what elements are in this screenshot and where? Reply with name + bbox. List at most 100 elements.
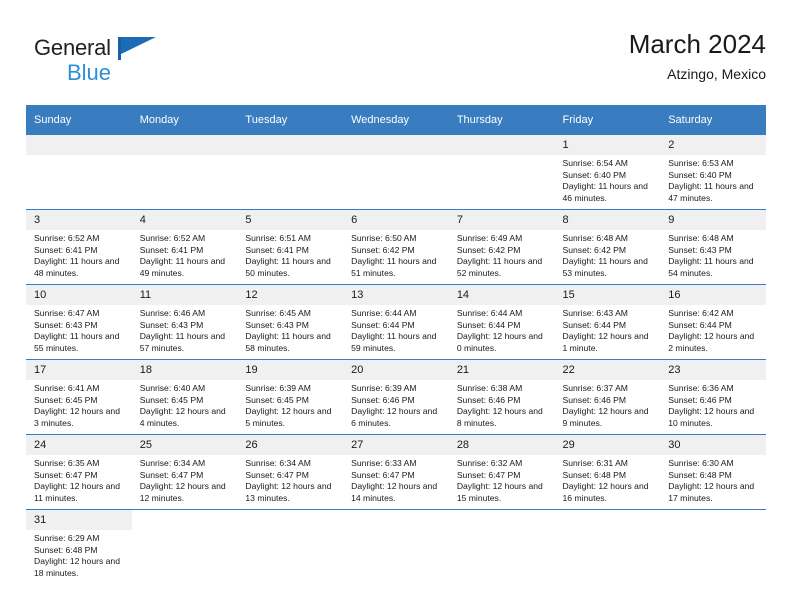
sunrise-text: Sunrise: 6:47 AM xyxy=(34,308,100,318)
weekday-header-tuesday: Tuesday xyxy=(237,105,344,135)
calendar-day-cell[interactable]: 5 Sunrise: 6:51 AM Sunset: 6:41 PM Daylight… xyxy=(237,209,344,285)
sunset-text: Sunset: 6:48 PM xyxy=(562,469,627,480)
sunset-text: Sunset: 6:47 PM xyxy=(245,469,309,480)
calendar-week-row: 24 Sunrise: 6:35 AM Sunset: 6:47 PM Dayligh… xyxy=(26,434,766,510)
page-header: General Blue March 2024 Atzingo, Mexico xyxy=(26,28,766,100)
daylight-text: Daylight: 12 hours and 3 minutes. xyxy=(34,406,120,428)
calendar-day-cell[interactable]: 22 Sunrise: 6:37 AM Sunset: 6:46 PM Dayligh… xyxy=(554,359,661,435)
calendar-day-cell[interactable]: 10 Sunrise: 6:47 AM Sunset: 6:43 PM Dayligh… xyxy=(26,284,132,360)
calendar-day-cell[interactable]: 3 Sunrise: 6:52 AM Sunset: 6:41 PM Daylight… xyxy=(26,209,132,285)
sunset-text: Sunset: 6:47 PM xyxy=(456,469,521,480)
calendar-day-cell[interactable]: 26 Sunrise: 6:34 AM Sunset: 6:47 PM Dayligh… xyxy=(237,434,344,510)
day-number: 27 xyxy=(343,435,449,455)
calendar-day-cell[interactable]: 15 Sunrise: 6:43 AM Sunset: 6:44 PM Dayligh… xyxy=(554,284,661,360)
calendar-day-cell[interactable]: 8 Sunrise: 6:48 AM Sunset: 6:42 PM Daylight… xyxy=(554,209,661,285)
calendar-cell-empty xyxy=(131,509,238,584)
sunset-text: Sunset: 6:43 PM xyxy=(139,319,204,330)
calendar-day-cell[interactable]: 20 Sunrise: 6:39 AM Sunset: 6:46 PM Dayligh… xyxy=(343,359,449,435)
day-number-blank xyxy=(343,135,449,155)
sunset-text: Sunset: 6:47 PM xyxy=(34,469,98,480)
sunrise-text: Sunrise: 6:43 AM xyxy=(562,308,628,318)
day-details: Sunrise: 6:34 AM Sunset: 6:47 PM Daylight:… xyxy=(237,455,343,504)
sunset-text: Sunset: 6:46 PM xyxy=(456,394,521,405)
calendar-day-cell[interactable]: 27 Sunrise: 6:33 AM Sunset: 6:47 PM Dayligh… xyxy=(343,434,449,510)
calendar-day-cell[interactable]: 2 Sunrise: 6:53 AM Sunset: 6:40 PM Daylight… xyxy=(660,135,766,210)
calendar-day-cell[interactable]: 17 Sunrise: 6:41 AM Sunset: 6:45 PM Dayligh… xyxy=(26,359,132,435)
calendar-day-cell[interactable]: 30 Sunrise: 6:30 AM Sunset: 6:48 PM Dayligh… xyxy=(660,434,766,510)
calendar-day-cell[interactable]: 4 Sunrise: 6:52 AM Sunset: 6:41 PM Daylight… xyxy=(131,209,238,285)
sunrise-text: Sunrise: 6:44 AM xyxy=(456,308,523,318)
calendar-day-cell[interactable]: 23 Sunrise: 6:36 AM Sunset: 6:46 PM Dayligh… xyxy=(660,359,766,435)
sunrise-text: Sunrise: 6:39 AM xyxy=(351,383,417,393)
sunset-text: Sunset: 6:47 PM xyxy=(139,469,204,480)
day-details: Sunrise: 6:34 AM Sunset: 6:47 PM Daylight:… xyxy=(132,455,238,504)
calendar-day-cell[interactable]: 24 Sunrise: 6:35 AM Sunset: 6:47 PM Dayligh… xyxy=(26,434,132,510)
day-number: 25 xyxy=(131,435,238,455)
day-number-blank xyxy=(131,135,238,155)
calendar-day-cell[interactable]: 28 Sunrise: 6:32 AM Sunset: 6:47 PM Dayligh… xyxy=(448,434,555,510)
day-details: Sunrise: 6:41 AM Sunset: 6:45 PM Daylight:… xyxy=(26,380,132,429)
sunrise-text: Sunrise: 6:44 AM xyxy=(351,308,417,318)
brand-logo[interactable]: General Blue xyxy=(34,36,224,92)
calendar-day-cell[interactable]: 7 Sunrise: 6:49 AM Sunset: 6:42 PM Daylight… xyxy=(448,209,555,285)
day-details: Sunrise: 6:50 AM Sunset: 6:42 PM Daylight:… xyxy=(343,230,449,279)
sunrise-text: Sunrise: 6:48 AM xyxy=(668,233,734,243)
calendar-day-cell[interactable]: 13 Sunrise: 6:44 AM Sunset: 6:44 PM Dayligh… xyxy=(343,284,449,360)
daylight-text: Daylight: 11 hours and 54 minutes. xyxy=(668,256,754,278)
calendar-week-row: 17 Sunrise: 6:41 AM Sunset: 6:45 PM Dayligh… xyxy=(26,359,766,435)
day-details: Sunrise: 6:37 AM Sunset: 6:46 PM Daylight:… xyxy=(555,380,661,429)
daylight-text: Daylight: 11 hours and 46 minutes. xyxy=(562,181,648,203)
day-details: Sunrise: 6:35 AM Sunset: 6:47 PM Daylight:… xyxy=(26,455,132,504)
sunset-text: Sunset: 6:46 PM xyxy=(351,394,415,405)
day-details: Sunrise: 6:52 AM Sunset: 6:41 PM Daylight:… xyxy=(26,230,132,279)
day-details: Sunrise: 6:52 AM Sunset: 6:41 PM Daylight:… xyxy=(132,230,238,279)
sunset-text: Sunset: 6:43 PM xyxy=(34,319,98,330)
calendar-week-row: 3 Sunrise: 6:52 AM Sunset: 6:41 PM Daylight… xyxy=(26,209,766,285)
sunrise-text: Sunrise: 6:42 AM xyxy=(668,308,734,318)
day-number: 17 xyxy=(26,360,132,380)
day-number: 8 xyxy=(554,210,661,230)
sunset-text: Sunset: 6:43 PM xyxy=(245,319,309,330)
day-details: Sunrise: 6:46 AM Sunset: 6:43 PM Daylight:… xyxy=(132,305,238,354)
day-number: 22 xyxy=(554,360,661,380)
calendar-day-cell[interactable]: 11 Sunrise: 6:46 AM Sunset: 6:43 PM Dayligh… xyxy=(131,284,238,360)
calendar-day-cell[interactable]: 1 Sunrise: 6:54 AM Sunset: 6:40 PM Daylight… xyxy=(554,135,661,210)
day-number: 23 xyxy=(660,360,766,380)
calendar-day-cell[interactable]: 29 Sunrise: 6:31 AM Sunset: 6:48 PM Dayligh… xyxy=(554,434,661,510)
day-number: 4 xyxy=(131,210,238,230)
day-details: Sunrise: 6:29 AM Sunset: 6:48 PM Daylight:… xyxy=(26,530,132,579)
calendar-header-row: Sunday Monday Tuesday Wednesday Thursday Frid… xyxy=(26,105,766,135)
day-details: Sunrise: 6:30 AM Sunset: 6:48 PM Daylight:… xyxy=(660,455,766,504)
page-title: March 2024 xyxy=(628,29,766,59)
daylight-text: Daylight: 12 hours and 6 minutes. xyxy=(351,406,438,428)
weekday-header-thursday: Thursday xyxy=(448,105,555,135)
day-number: 2 xyxy=(660,135,766,155)
sunrise-text: Sunrise: 6:36 AM xyxy=(668,383,734,393)
daylight-text: Daylight: 11 hours and 58 minutes. xyxy=(245,331,331,353)
calendar-day-cell[interactable]: 18 Sunrise: 6:40 AM Sunset: 6:45 PM Dayligh… xyxy=(131,359,238,435)
calendar-day-cell[interactable]: 12 Sunrise: 6:45 AM Sunset: 6:43 PM Dayligh… xyxy=(237,284,344,360)
calendar-day-cell[interactable]: 19 Sunrise: 6:39 AM Sunset: 6:45 PM Dayligh… xyxy=(237,359,344,435)
day-number: 30 xyxy=(660,435,766,455)
calendar-cell-empty xyxy=(131,135,238,210)
sunrise-text: Sunrise: 6:51 AM xyxy=(245,233,311,243)
sunrise-text: Sunrise: 6:34 AM xyxy=(245,458,311,468)
weekday-header-friday: Friday xyxy=(554,105,661,135)
calendar-day-cell[interactable]: 21 Sunrise: 6:38 AM Sunset: 6:46 PM Dayligh… xyxy=(448,359,555,435)
daylight-text: Daylight: 11 hours and 59 minutes. xyxy=(351,331,437,353)
calendar-day-cell[interactable]: 14 Sunrise: 6:44 AM Sunset: 6:44 PM Dayligh… xyxy=(448,284,555,360)
calendar-cell-empty xyxy=(554,509,661,584)
sunrise-text: Sunrise: 6:45 AM xyxy=(245,308,311,318)
day-number: 14 xyxy=(448,285,555,305)
calendar-cell-empty xyxy=(660,509,766,584)
calendar-day-cell[interactable]: 25 Sunrise: 6:34 AM Sunset: 6:47 PM Dayligh… xyxy=(131,434,238,510)
day-details: Sunrise: 6:33 AM Sunset: 6:47 PM Daylight:… xyxy=(343,455,449,504)
calendar-day-cell[interactable]: 16 Sunrise: 6:42 AM Sunset: 6:44 PM Dayligh… xyxy=(660,284,766,360)
page-subtitle: Atzingo, Mexico xyxy=(667,66,766,82)
calendar-day-cell[interactable]: 6 Sunrise: 6:50 AM Sunset: 6:42 PM Daylight… xyxy=(343,209,449,285)
calendar-page: General Blue March 2024 Atzingo, Mexico … xyxy=(0,0,792,612)
calendar-day-cell[interactable]: 31 Sunrise: 6:29 AM Sunset: 6:48 PM Dayligh… xyxy=(26,509,132,584)
sunrise-text: Sunrise: 6:40 AM xyxy=(139,383,206,393)
sunrise-text: Sunrise: 6:32 AM xyxy=(456,458,523,468)
calendar-day-cell[interactable]: 9 Sunrise: 6:48 AM Sunset: 6:43 PM Daylight… xyxy=(660,209,766,285)
